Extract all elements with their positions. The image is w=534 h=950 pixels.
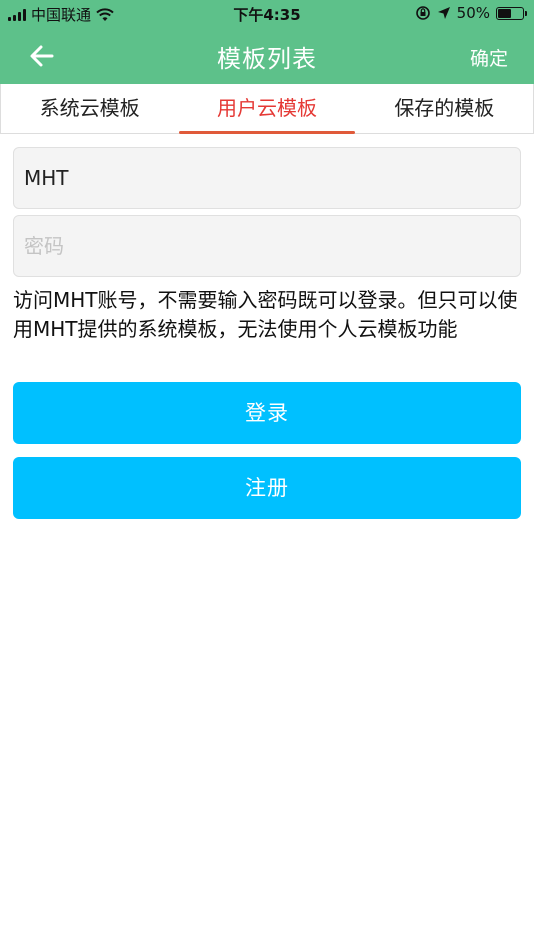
password-input[interactable]: 密码: [13, 215, 521, 277]
page-title: 模板列表: [217, 45, 317, 73]
orientation-lock-icon: [415, 6, 430, 20]
tab-bar: 系统云模板 用户云模板 保存的模板: [0, 84, 534, 134]
status-bar: 中国联通 下午4:35 50%: [0, 0, 534, 28]
login-button[interactable]: 登录: [13, 382, 521, 444]
tab-saved-templates[interactable]: 保存的模板: [356, 84, 533, 133]
location-icon: [437, 7, 450, 19]
tab-system-cloud-templates[interactable]: 系统云模板: [1, 84, 178, 133]
status-right: 50%: [415, 4, 527, 22]
battery-percent: 50%: [456, 4, 490, 22]
register-button[interactable]: 注册: [13, 457, 521, 519]
confirm-button[interactable]: 确定: [470, 44, 508, 71]
battery-fill: [498, 8, 511, 18]
nav-bar: 模板列表 确定: [0, 28, 534, 84]
login-hint-text: 访问MHT账号，不需要输入密码既可以登录。但只可以使用MHT提供的系统模板，无法…: [13, 288, 518, 341]
battery-icon: [496, 6, 527, 20]
tab-user-cloud-templates[interactable]: 用户云模板: [178, 84, 355, 134]
username-input[interactable]: MHT: [13, 147, 521, 209]
